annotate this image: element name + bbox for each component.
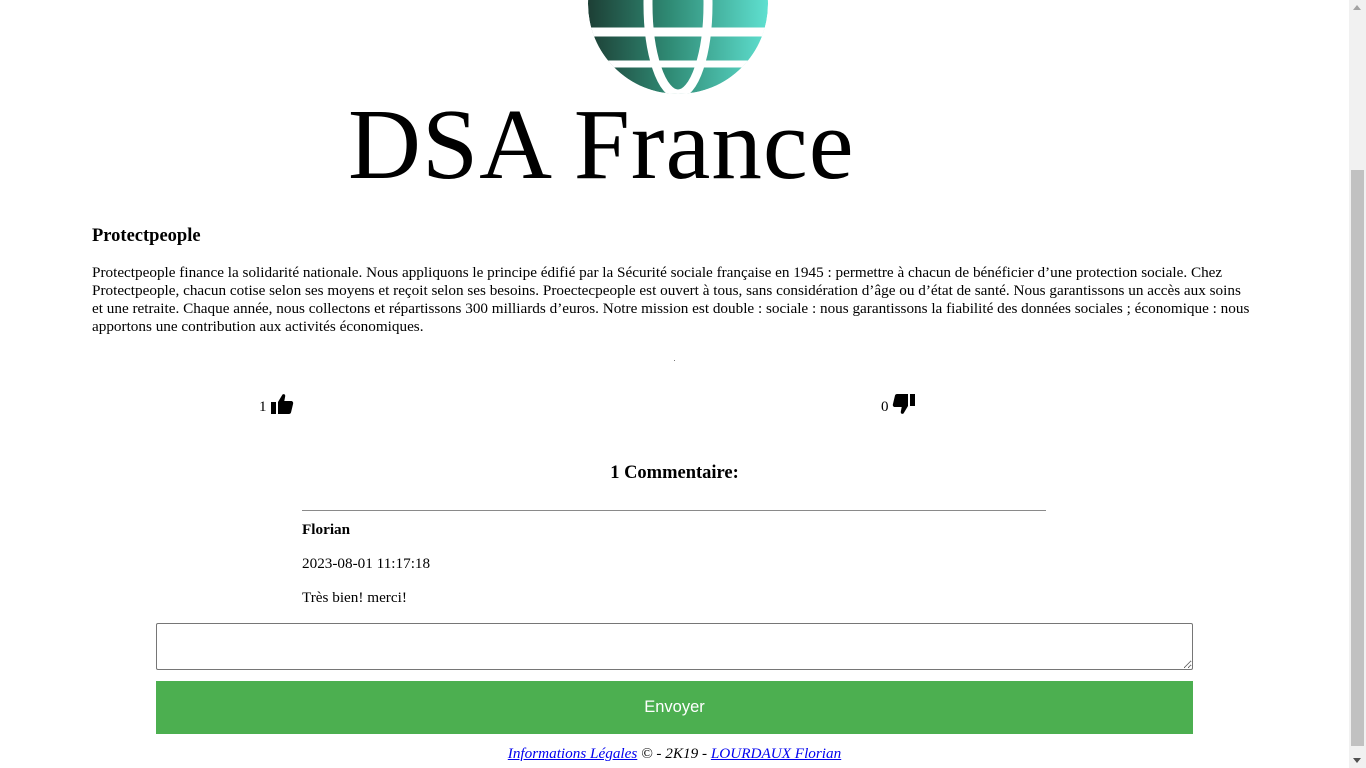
article-body: Protectpeople finance la solidarité nati…	[92, 264, 1250, 335]
author-link[interactable]: LOURDAUX Florian	[711, 745, 841, 762]
dsa-france-logo: DSA France	[340, 0, 1020, 200]
comment-input[interactable]	[156, 623, 1193, 670]
comment-author: Florian	[302, 521, 351, 538]
scrollbar-thumb[interactable]	[1351, 170, 1364, 746]
thumbs-down-icon[interactable]	[892, 392, 916, 416]
scroll-up-arrow-icon[interactable]	[1353, 5, 1361, 10]
send-button[interactable]: Envoyer	[156, 681, 1193, 734]
globe-icon	[588, 0, 768, 94]
scroll-down-arrow-icon[interactable]	[1353, 758, 1361, 763]
dislike-count: 0	[881, 399, 889, 415]
vertical-scrollbar[interactable]	[1349, 0, 1366, 768]
legal-info-link[interactable]: Informations Légales	[508, 745, 638, 762]
like-count: 1	[259, 399, 267, 415]
comment-divider	[302, 510, 1046, 511]
comment-text: Très bien! merci!	[302, 589, 407, 606]
comment-date: 2023-08-01 11:17:18	[302, 555, 431, 572]
comments-heading: 1 Commentaire:	[610, 463, 739, 483]
thumbs-up-icon[interactable]	[270, 392, 294, 416]
dislike-control: 0	[881, 392, 916, 416]
logo-text: DSA France	[348, 88, 855, 200]
footer-copyright: © - 2K19 -	[637, 745, 711, 762]
article-title: Protectpeople	[92, 226, 201, 246]
comment-item: Florian 2023-08-01 11:17:18 Très bien! m…	[302, 520, 1046, 608]
like-control: 1	[259, 392, 294, 416]
separator-dot	[674, 360, 675, 361]
footer: Informations Légales © - 2K19 - LOURDAUX…	[0, 744, 1349, 764]
article: Protectpeople Protectpeople finance la s…	[92, 224, 1252, 336]
page: DSA France Protectpeople Protectpeople f…	[0, 0, 1349, 768]
